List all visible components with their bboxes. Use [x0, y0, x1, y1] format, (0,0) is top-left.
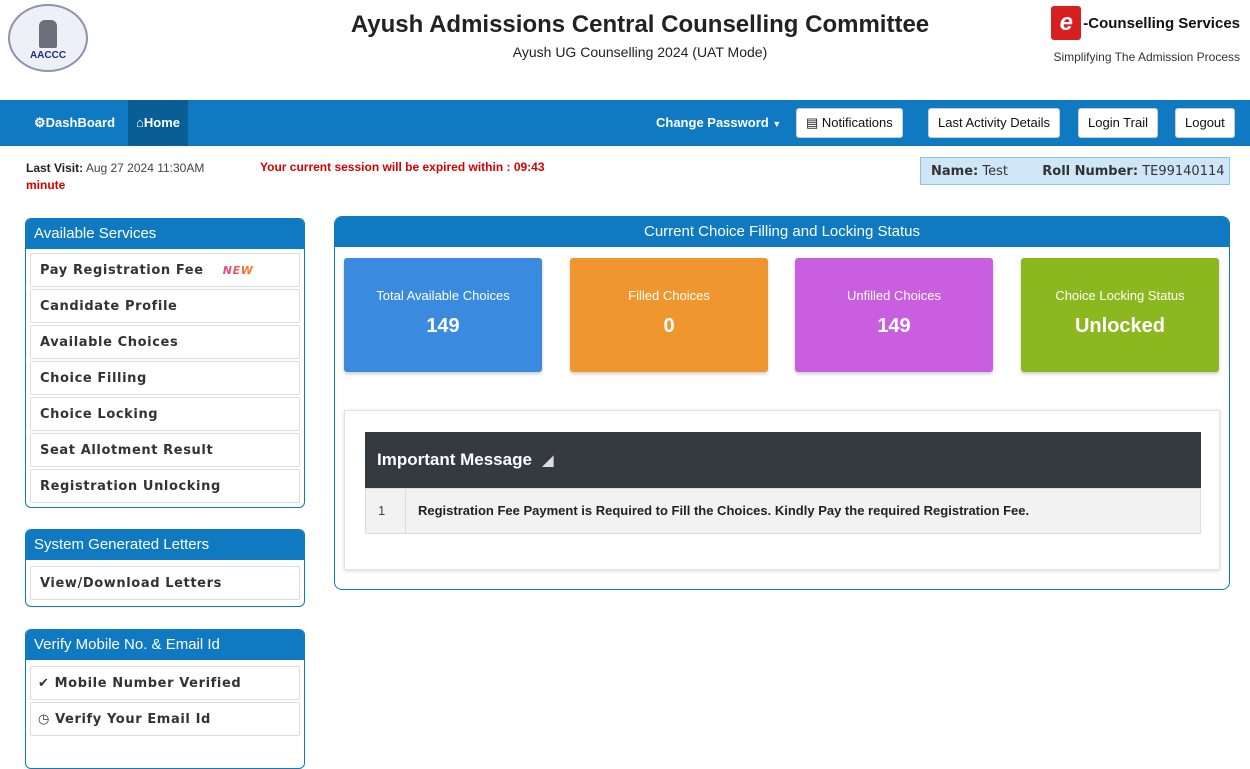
name-value: Test	[982, 164, 1008, 179]
aaccc-logo: AACCC	[8, 4, 88, 72]
dashboard-icon: ⚙	[34, 115, 46, 130]
brand-tagline: Simplifying The Admission Process	[1053, 50, 1240, 64]
card-value: 0	[663, 315, 675, 337]
service-label: Choice Filling	[40, 371, 147, 386]
nav-home-label: Home	[143, 115, 180, 130]
session-timer: Your current session will be expired wit…	[260, 160, 545, 174]
available-services-title: Available Services	[26, 219, 304, 249]
emblem-icon	[39, 19, 57, 48]
card-label: Total Available Choices	[376, 288, 510, 303]
logout-label: Logout	[1185, 115, 1225, 130]
page-title: Ayush Admissions Central Counselling Com…	[350, 11, 930, 38]
nav-dashboard-label: DashBoard	[45, 115, 116, 130]
verify-title: Verify Mobile No. & Email Id	[26, 630, 304, 660]
last-visit-info: Last Visit: Aug 27 2024 11:30AM minute	[26, 160, 246, 194]
card-value: 149	[426, 315, 460, 337]
verify-panel: Verify Mobile No. & Email Id ✔ Mobile Nu…	[25, 629, 305, 769]
service-label: Seat Allotment Result	[40, 443, 214, 458]
service-choice-locking[interactable]: Choice Locking	[30, 397, 300, 431]
card-label: Choice Locking Status	[1055, 288, 1185, 303]
check-circle-icon: ✔	[38, 676, 50, 691]
clock-icon: ◷	[38, 712, 50, 727]
view-download-letters[interactable]: View/Download Letters	[30, 566, 300, 600]
card-unfilled-choices: Unfilled Choices 149	[795, 258, 993, 372]
service-label: Candidate Profile	[40, 299, 178, 314]
system-letters-title: System Generated Letters	[26, 530, 304, 560]
logo-text: AACCC	[29, 49, 67, 61]
page-subtitle: Ayush UG Counselling 2024 (UAT Mode)	[512, 44, 768, 60]
service-label: Pay Registration Fee	[40, 263, 204, 278]
brand-name: -Counselling Services	[1083, 14, 1240, 32]
important-message-header: Important Message ◢	[365, 432, 1201, 488]
nav-dashboard[interactable]: ⚙DashBoard	[26, 100, 123, 146]
change-password-label: Change Password	[656, 115, 769, 130]
card-total-choices: Total Available Choices 149	[344, 258, 542, 372]
service-label: Available Choices	[40, 335, 179, 350]
message-number: 1	[366, 489, 406, 533]
notifications-label: Notifications	[821, 115, 893, 130]
service-label: Registration Unlocking	[40, 479, 221, 494]
card-value: 149	[877, 315, 911, 337]
message-text: Registration Fee Payment is Required to …	[418, 503, 1030, 518]
service-available-choices[interactable]: Available Choices	[30, 325, 300, 359]
service-label: Choice Locking	[40, 407, 159, 422]
new-badge: NEW	[222, 264, 254, 277]
important-message-title: Important Message	[377, 450, 532, 469]
login-trail-label: Login Trail	[1088, 115, 1148, 130]
name-label: Name:	[931, 164, 979, 179]
change-password-menu[interactable]: Change Password ▼	[648, 100, 789, 146]
last-activity-label: Last Activity Details	[938, 115, 1050, 130]
service-candidate-profile[interactable]: Candidate Profile	[30, 289, 300, 323]
mobile-verified-item[interactable]: ✔ Mobile Number Verified	[30, 666, 300, 700]
service-choice-filling[interactable]: Choice Filling	[30, 361, 300, 395]
minute-text: minute	[26, 178, 66, 192]
last-activity-button[interactable]: Last Activity Details	[928, 108, 1060, 138]
notifications-button[interactable]: ▤ Notifications	[796, 108, 903, 138]
card-label: Unfilled Choices	[847, 288, 941, 303]
available-services-panel: Available Services Pay Registration Fee …	[25, 218, 305, 508]
brand-logo-icon: e	[1051, 6, 1082, 40]
roll-label: Roll Number:	[1042, 164, 1139, 179]
system-letters-panel: System Generated Letters View/Download L…	[25, 529, 305, 607]
verify-email-label: Verify Your Email Id	[55, 712, 211, 727]
nav-home[interactable]: ⌂Home	[128, 100, 188, 146]
choice-status-panel: Current Choice Filling and Locking Statu…	[334, 216, 1230, 590]
newspaper-icon: ▤	[806, 115, 819, 130]
choice-status-title: Current Choice Filling and Locking Statu…	[335, 217, 1229, 247]
card-locking-status: Choice Locking Status Unlocked	[1021, 258, 1219, 372]
service-pay-registration-fee[interactable]: Pay Registration Fee NEW	[30, 253, 300, 287]
verify-email-item[interactable]: ◷ Verify Your Email Id	[30, 702, 300, 736]
last-visit-label: Last Visit:	[26, 161, 84, 175]
important-message-box: Important Message ◢ 1 Registration Fee P…	[344, 410, 1220, 570]
brand-block: e -Counselling Services Simplifying The …	[1010, 6, 1240, 64]
message-row: 1 Registration Fee Payment is Required t…	[365, 488, 1201, 534]
top-navbar: ⚙DashBoard ⌂Home Change Password ▼ ▤ Not…	[0, 100, 1250, 146]
page-header: AACCC Ayush Admissions Central Counselli…	[0, 0, 1250, 100]
logout-button[interactable]: Logout	[1175, 108, 1235, 138]
caret-down-icon: ▼	[772, 119, 782, 129]
card-label: Filled Choices	[628, 288, 710, 303]
service-registration-unlocking[interactable]: Registration Unlocking	[30, 469, 300, 503]
mobile-verified-label: Mobile Number Verified	[54, 676, 242, 691]
card-value: Unlocked	[1074, 315, 1166, 337]
service-seat-allotment-result[interactable]: Seat Allotment Result	[30, 433, 300, 467]
home-icon: ⌂	[136, 115, 144, 130]
login-trail-button[interactable]: Login Trail	[1078, 108, 1158, 138]
roll-value: TE99140114	[1142, 164, 1225, 179]
megaphone-icon: ◢	[542, 452, 554, 468]
letters-label: View/Download Letters	[40, 576, 222, 591]
last-visit-value: Aug 27 2024 11:30AM	[85, 161, 205, 175]
card-filled-choices: Filled Choices 0	[570, 258, 768, 372]
user-info-box: Name: Test Roll Number: TE99140114	[920, 157, 1230, 185]
title-block: Ayush Admissions Central Counselling Com…	[300, 11, 980, 61]
